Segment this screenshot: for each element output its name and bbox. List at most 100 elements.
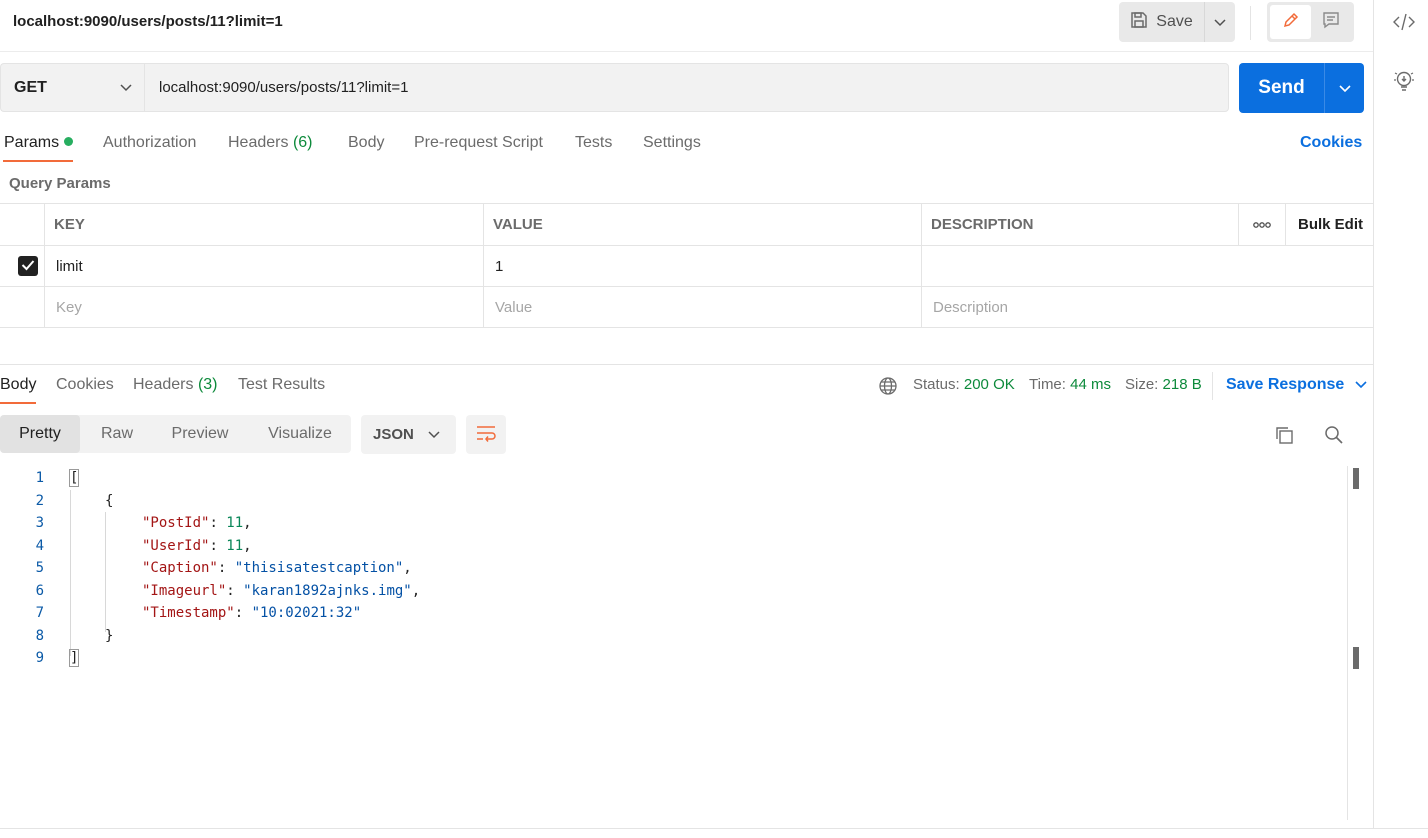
response-tab-body[interactable]: Body [0,376,36,394]
response-tab-cookies[interactable]: Cookies [56,376,114,394]
tab-tests[interactable]: Tests [575,134,612,152]
line-number: 5 [35,560,44,576]
divider [1250,6,1251,40]
json-bracket: ] [68,649,80,667]
param-value-cell[interactable]: 1 [485,246,503,286]
json-comma: , [411,583,421,599]
format-select[interactable]: JSON [361,415,456,454]
scroll-marker[interactable] [1353,468,1359,489]
param-key-cell[interactable]: limit [46,246,83,286]
url-input[interactable]: localhost:9090/users/posts/11?limit=1 [144,63,1229,112]
editor-scrollbar-track[interactable] [1347,466,1348,820]
comments-mode-button[interactable] [1311,5,1351,39]
json-key: "Imageurl" [142,583,227,599]
wrap-lines-icon [475,424,497,446]
tab-params[interactable]: Params [4,134,74,152]
method-select[interactable]: GET [0,63,144,112]
divider [1212,372,1213,400]
more-options-icon[interactable] [1238,204,1285,245]
json-comma: , [243,538,252,554]
check-icon [21,258,35,275]
line-number: 2 [35,493,44,509]
new-value-input[interactable]: Value [485,287,532,327]
bulk-edit-button[interactable]: Bulk Edit [1285,204,1373,245]
table-header-row: KEY VALUE DESCRIPTION Bulk Edit [0,204,1373,246]
view-visualize-button[interactable]: Visualize [256,415,344,453]
response-size[interactable]: Size: 218 B [1125,376,1202,393]
param-description-cell[interactable] [923,246,1373,286]
status-label: Status: [913,376,960,393]
response-tab-test-results[interactable]: Test Results [238,376,325,394]
json-value: "10:02021:32" [251,605,362,621]
json-value: "thisisatestcaption" [234,560,404,576]
new-description-input[interactable]: Description [923,287,1008,327]
tab-prerequest-script[interactable]: Pre-request Script [414,134,543,152]
code-line: } [105,628,113,644]
code-line: { [105,493,113,509]
tab-headers[interactable]: Headers (6) [228,134,313,152]
tab-settings[interactable]: Settings [643,134,701,152]
line-number: 1 [35,470,44,486]
format-value: JSON [373,426,414,443]
request-title[interactable]: localhost:9090/users/posts/11?limit=1 [13,13,283,30]
size-value: 218 B [1162,376,1202,393]
code-line: "Caption": "thisisatestcaption", [142,560,412,576]
json-value: "karan1892ajnks.img" [243,583,412,599]
json-brace: { [105,493,114,509]
save-options-dropdown[interactable] [1204,2,1235,42]
view-pretty-button[interactable]: Pretty [0,415,80,453]
json-brace: } [105,628,114,644]
tab-authorization[interactable]: Authorization [103,134,196,152]
send-button-group: Send [1239,63,1364,113]
json-sep: : [209,538,227,554]
copy-icon[interactable] [1274,425,1294,449]
wrap-lines-button[interactable] [466,415,506,454]
json-key: "UserId" [142,538,210,554]
code-line: "UserId": 11, [142,538,252,554]
save-response-button[interactable]: Save Response [1226,376,1367,394]
response-time[interactable]: Time: 44 ms [1029,376,1111,393]
search-icon[interactable] [1324,425,1344,449]
save-button-group: Save [1119,2,1235,42]
response-tab-headers-label: Headers [133,376,194,393]
json-value: 11 [226,515,244,531]
column-header-value: VALUE [493,216,543,233]
time-value: 44 ms [1070,376,1111,393]
json-sep: : [234,605,252,621]
save-button[interactable]: Save [1119,2,1204,42]
json-comma: , [403,560,412,576]
param-enabled-checkbox[interactable] [18,256,38,276]
active-tab-indicator [0,402,36,404]
size-label: Size: [1125,376,1159,393]
view-preview-button[interactable]: Preview [158,415,242,453]
pane-divider[interactable] [0,364,1373,365]
lightbulb-icon[interactable] [1394,70,1414,98]
code-line: "Timestamp": "10:02021:32" [142,605,361,621]
table-row-new: Key Value Description [0,287,1373,328]
new-key-input[interactable]: Key [46,287,82,327]
active-tab-indicator [3,160,73,162]
save-response-label: Save Response [1226,376,1345,393]
send-options-dropdown[interactable] [1324,63,1364,113]
globe-icon[interactable] [878,376,898,400]
edit-mode-button[interactable] [1270,5,1312,39]
code-snippet-icon[interactable] [1393,12,1415,36]
view-raw-button[interactable]: Raw [86,415,148,453]
json-sep: : [217,560,235,576]
response-tab-headers[interactable]: Headers (3) [133,376,218,394]
scroll-marker[interactable] [1353,647,1359,669]
line-number: 4 [35,538,44,554]
tab-body[interactable]: Body [348,134,384,152]
response-status[interactable]: Status: 200 OK [913,376,1015,393]
mode-toggle [1267,2,1354,42]
code-line: "Imageurl": "karan1892ajnks.img", [142,583,420,599]
status-value: 200 OK [963,376,1015,393]
cookies-link[interactable]: Cookies [1300,134,1362,152]
json-bracket: [ [68,469,80,487]
chevron-down-icon [1355,376,1367,393]
status-bar [0,828,1428,838]
tab-headers-label: Headers [228,134,289,151]
send-button[interactable]: Send [1239,63,1324,113]
code-line: "PostId": 11, [142,515,252,531]
json-sep: : [226,583,244,599]
